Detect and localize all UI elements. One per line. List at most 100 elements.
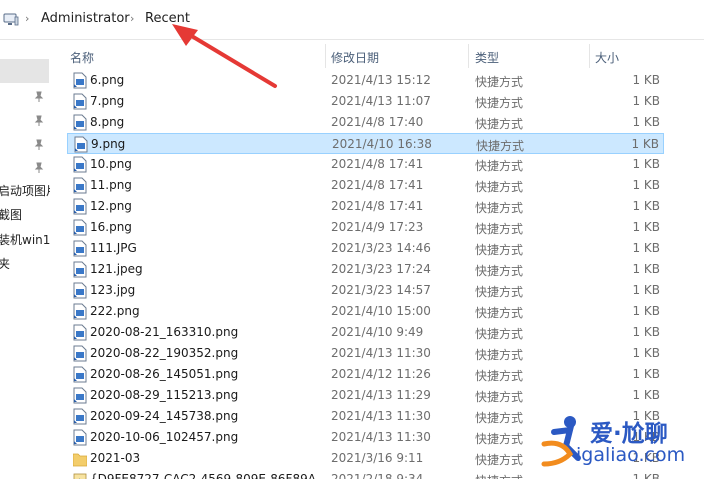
computer-icon xyxy=(3,13,19,26)
file-type: 快捷方式 xyxy=(475,411,524,425)
file-type: 快捷方式 xyxy=(475,285,524,299)
breadcrumb-separator-icon[interactable]: › xyxy=(25,12,29,25)
file-date: 2021/4/8 17:41 xyxy=(331,178,424,192)
table-row[interactable]: 2020-08-29_115213.png 2021/4/13 11:29 快捷方式… xyxy=(67,385,664,406)
table-row[interactable]: 6.png 2021/4/13 15:12 快捷方式 1 KB xyxy=(67,70,664,91)
file-name: 12.png xyxy=(90,199,132,213)
file-type: 快捷方式 xyxy=(475,306,524,320)
file-type: 快捷方式 xyxy=(475,264,524,278)
link-shortcut-icon xyxy=(73,471,87,479)
file-date: 2021/3/16 9:11 xyxy=(331,451,424,465)
file-date: 2021/4/8 17:41 xyxy=(331,157,424,171)
table-row[interactable]: 7.png 2021/4/13 11:07 快捷方式 1 KB xyxy=(67,91,664,112)
image-shortcut-icon xyxy=(73,366,87,383)
file-name: 2020-10-06_102457.png xyxy=(90,430,239,444)
file-date: 2021/2/18 9:34 xyxy=(331,472,424,479)
table-row[interactable]: 121.jpeg 2021/3/23 17:24 快捷方式 1 KB xyxy=(67,259,664,280)
file-date: 2021/3/23 14:46 xyxy=(331,241,431,255)
image-shortcut-icon xyxy=(73,429,87,446)
image-shortcut-icon xyxy=(73,261,87,278)
image-shortcut-icon xyxy=(73,240,87,257)
file-name: 222.png xyxy=(90,304,140,318)
column-divider[interactable] xyxy=(325,44,326,68)
file-type: 快捷方式 xyxy=(475,201,524,215)
table-row[interactable]: 10.png 2021/4/8 17:41 快捷方式 1 KB xyxy=(67,154,664,175)
watermark-url: igaliao.com xyxy=(576,444,686,466)
file-date: 2021/4/9 17:23 xyxy=(331,220,424,234)
breadcrumb-separator-icon[interactable]: › xyxy=(130,12,134,25)
image-shortcut-icon xyxy=(73,177,87,194)
file-size: 1 KB xyxy=(632,157,660,171)
table-row[interactable]: 2020-08-21_163310.png 2021/4/10 9:49 快捷方式 1… xyxy=(67,322,664,343)
file-date: 2021/4/13 11:29 xyxy=(331,388,431,402)
column-header-type[interactable]: 类型 xyxy=(475,49,499,71)
file-size: 1 KB xyxy=(632,241,660,255)
file-name: 2020-08-26_145051.png xyxy=(90,367,239,381)
table-row[interactable]: 2020-08-26_145051.png 2021/4/12 11:26 快捷方式… xyxy=(67,364,664,385)
image-shortcut-icon xyxy=(73,156,87,173)
file-date: 2021/4/8 17:40 xyxy=(331,115,424,129)
image-shortcut-icon xyxy=(73,303,87,320)
file-type: 快捷方式 xyxy=(475,96,524,110)
image-shortcut-icon xyxy=(73,282,87,299)
table-row[interactable]: 9.png 2021/4/10 16:38 快捷方式 1 KB xyxy=(67,133,664,154)
folder-shortcut-icon xyxy=(72,450,88,467)
file-size: 1 KB xyxy=(632,178,660,192)
file-size: 1 KB xyxy=(632,262,660,276)
table-row[interactable]: 123.jpg 2021/3/23 14:57 快捷方式 1 KB xyxy=(67,280,664,301)
file-type: 快捷方式 xyxy=(476,139,525,153)
table-row[interactable]: 8.png 2021/4/8 17:40 快捷方式 1 KB xyxy=(67,112,664,133)
file-name: 2021-03 xyxy=(90,451,141,465)
file-name: {D9FE8727-CAC2-4569-809E-86F89A... xyxy=(90,472,328,479)
file-size: 1 KB xyxy=(632,346,660,360)
file-name: 2020-08-21_163310.png xyxy=(90,325,239,339)
image-shortcut-icon xyxy=(73,93,87,110)
column-header-size[interactable]: 大小 xyxy=(595,49,619,71)
file-size: 1 KB xyxy=(632,220,660,234)
file-type: 快捷方式 xyxy=(475,327,524,341)
column-divider[interactable] xyxy=(589,44,590,68)
file-size: 1 KB xyxy=(632,115,660,129)
address-bar[interactable]: › Administrator › Recent xyxy=(0,0,704,40)
file-name: 2020-08-22_190352.png xyxy=(90,346,239,360)
image-shortcut-icon xyxy=(73,198,87,215)
breadcrumb-administrator[interactable]: Administrator xyxy=(41,11,130,26)
watermark-logo: 爱·尬聊 igaliao.com xyxy=(538,410,704,479)
table-row[interactable]: 12.png 2021/4/8 17:41 快捷方式 1 KB xyxy=(67,196,664,217)
file-name: 111.JPG xyxy=(90,241,137,255)
column-header-name[interactable]: 名称 xyxy=(70,49,94,71)
file-size: 1 KB xyxy=(632,283,660,297)
file-type: 快捷方式 xyxy=(475,348,524,362)
table-row[interactable]: 11.png 2021/4/8 17:41 快捷方式 1 KB xyxy=(67,175,664,196)
file-type: 快捷方式 xyxy=(475,472,523,479)
table-row[interactable]: 16.png 2021/4/9 17:23 快捷方式 1 KB xyxy=(67,217,664,238)
table-row[interactable]: 2020-08-22_190352.png 2021/4/13 11:30 快捷方式… xyxy=(67,343,664,364)
image-shortcut-icon xyxy=(73,408,87,425)
annotation-arrow-icon xyxy=(172,24,277,88)
column-divider[interactable] xyxy=(468,44,469,68)
file-type: 快捷方式 xyxy=(475,390,524,404)
table-row[interactable]: 222.png 2021/4/10 15:00 快捷方式 1 KB xyxy=(67,301,664,322)
file-type: 快捷方式 xyxy=(475,222,524,236)
file-type: 快捷方式 xyxy=(475,369,524,383)
file-date: 2021/4/12 11:26 xyxy=(331,367,431,381)
file-date: 2021/4/13 11:30 xyxy=(331,409,431,423)
file-date: 2021/3/23 17:24 xyxy=(331,262,431,276)
file-name: 16.png xyxy=(90,220,132,234)
file-size: 1 KB xyxy=(631,137,659,151)
watermark-title: 爱·尬聊 xyxy=(590,421,668,447)
file-type: 快捷方式 xyxy=(475,180,524,194)
file-date: 2021/4/10 16:38 xyxy=(332,137,432,151)
file-name: 6.png xyxy=(90,73,125,87)
file-type: 快捷方式 xyxy=(475,159,524,173)
file-date: 2021/3/23 14:57 xyxy=(331,283,431,297)
file-date: 2021/4/13 11:07 xyxy=(331,94,431,108)
file-type: 快捷方式 xyxy=(475,453,524,467)
file-date: 2021/4/13 15:12 xyxy=(331,73,431,87)
column-header-date[interactable]: 修改日期 xyxy=(331,49,379,71)
image-shortcut-icon xyxy=(73,387,87,404)
table-row[interactable]: 111.JPG 2021/3/23 14:46 快捷方式 1 KB xyxy=(67,238,664,259)
file-size: 1 KB xyxy=(632,367,660,381)
file-date: 2021/4/13 11:30 xyxy=(331,430,431,444)
file-name: 121.jpeg xyxy=(90,262,143,276)
